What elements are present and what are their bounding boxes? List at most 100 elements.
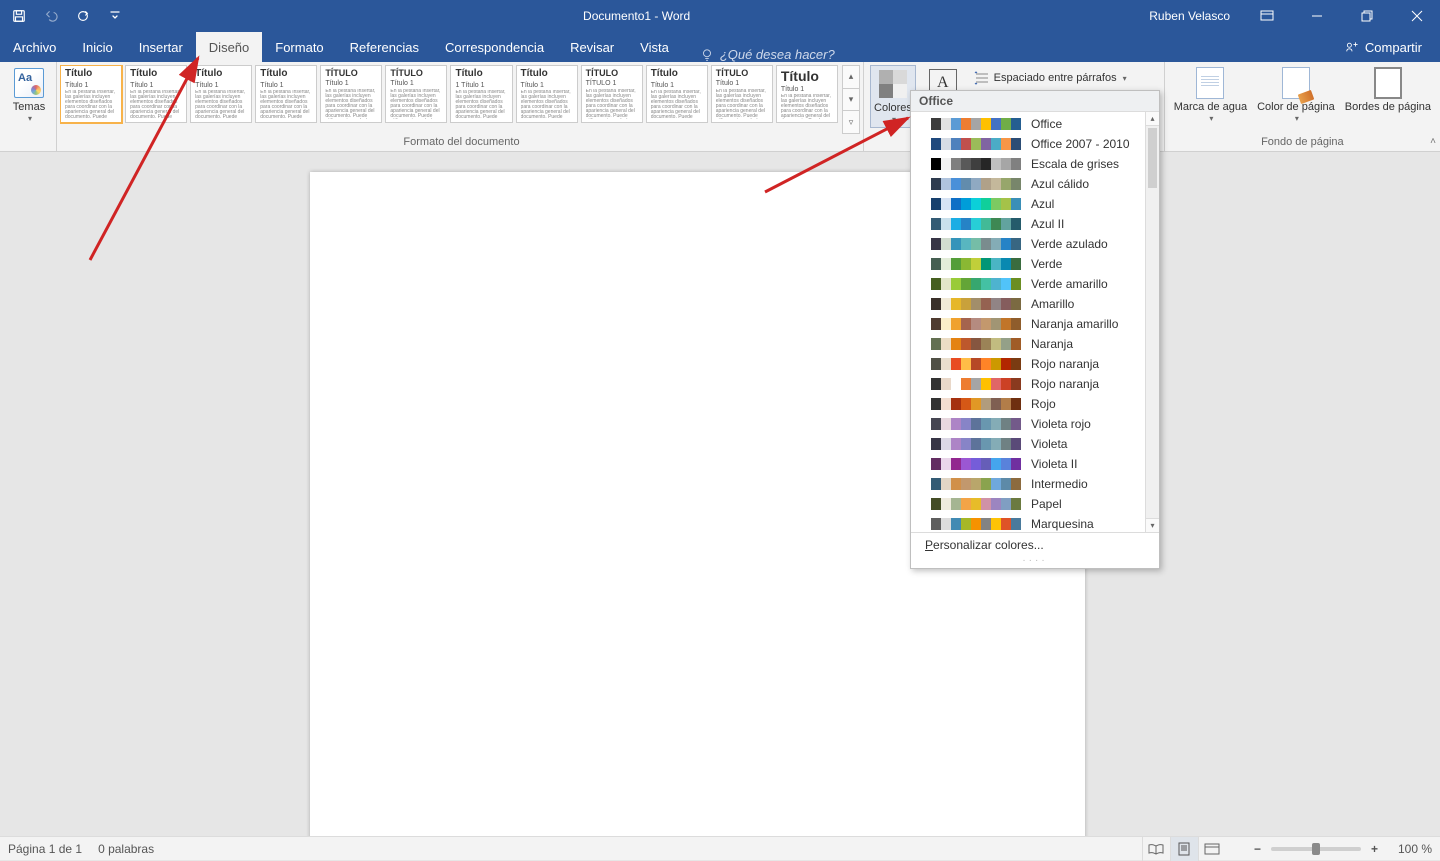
colors-icon (879, 70, 907, 98)
color-theme-item[interactable]: Intermedio (911, 474, 1145, 494)
tab-inicio[interactable]: Inicio (69, 32, 125, 62)
maximize-icon[interactable] (1344, 0, 1390, 32)
paragraph-spacing-icon (974, 71, 990, 85)
page-borders-icon (1374, 67, 1402, 99)
color-theme-item[interactable]: Azul II (911, 214, 1145, 234)
tab-diseno[interactable]: Diseño (196, 32, 262, 62)
color-theme-item[interactable]: Rojo (911, 394, 1145, 414)
web-layout-icon[interactable] (1198, 837, 1226, 861)
style-thumb[interactable]: TÍTULOTítulo 1En la pestaña Insertar, la… (385, 65, 447, 123)
redo-icon[interactable] (72, 5, 94, 27)
style-thumb[interactable]: TÍTULOTítulo 1En la pestaña Insertar, la… (320, 65, 382, 123)
zoom-level[interactable]: 100 % (1388, 842, 1432, 856)
tell-me-search[interactable]: ¿Qué desea hacer? (700, 47, 835, 62)
title-bar: Documento1 - Word Ruben Velasco (0, 0, 1440, 32)
color-theme-item[interactable]: Violeta rojo (911, 414, 1145, 434)
color-theme-item[interactable]: Rojo naranja (911, 354, 1145, 374)
share-button[interactable]: Compartir (1327, 32, 1440, 62)
collapse-ribbon-icon[interactable]: ˄ (1430, 136, 1436, 147)
style-thumb[interactable]: TítuloTítulo 1En la pestaña Insertar, la… (776, 65, 838, 123)
scroll-up-icon[interactable]: ▴ (1146, 112, 1159, 126)
status-bar: Página 1 de 1 0 palabras − + 100 % (0, 836, 1440, 860)
tab-revisar[interactable]: Revisar (557, 32, 627, 62)
tab-vista[interactable]: Vista (627, 32, 682, 62)
qat-customize-icon[interactable] (104, 5, 126, 27)
espaciado-button[interactable]: Espaciado entre párrafos▾ (970, 67, 1158, 89)
gallery-up-icon[interactable]: ▴ (843, 66, 859, 89)
minimize-icon[interactable] (1294, 0, 1340, 32)
gallery-more-icon[interactable]: ▿ (843, 111, 859, 133)
gallery-scroll: ▴ ▾ ▿ (842, 65, 860, 134)
style-thumb[interactable]: TítuloTítulo 1En la pestaña Insertar, la… (125, 65, 187, 123)
gallery-down-icon[interactable]: ▾ (843, 89, 859, 112)
color-theme-item[interactable]: Verde amarillo (911, 274, 1145, 294)
color-de-pagina-button[interactable]: Color de página▾ (1254, 65, 1338, 126)
color-theme-item[interactable]: Naranja (911, 334, 1145, 354)
color-theme-item[interactable]: Papel (911, 494, 1145, 514)
ribbon: Temas ▾ TítuloTítulo 1En la pestaña Inse… (0, 62, 1440, 152)
document-formatting-gallery: TítuloTítulo 1En la pestaña Insertar, la… (57, 62, 864, 151)
colors-dd-header: Office (911, 91, 1159, 112)
read-mode-icon[interactable] (1142, 837, 1170, 861)
color-theme-item[interactable]: Verde (911, 254, 1145, 274)
scroll-thumb[interactable] (1148, 128, 1157, 188)
style-thumb[interactable]: TítuloTítulo 1En la pestaña Insertar, la… (190, 65, 252, 123)
resize-grip-icon[interactable]: ···· (911, 558, 1159, 568)
undo-icon[interactable] (40, 5, 62, 27)
style-thumb[interactable]: TÍTULOTÍTULO 1En la pestaña Insertar, la… (581, 65, 643, 123)
tab-archivo[interactable]: Archivo (0, 32, 69, 62)
marca-de-agua-button[interactable]: Marca de agua▾ (1171, 65, 1250, 126)
style-thumb[interactable]: TítuloTítulo 1En la pestaña Insertar, la… (255, 65, 317, 123)
tab-referencias[interactable]: Referencias (337, 32, 432, 62)
print-layout-icon[interactable] (1170, 837, 1198, 861)
temas-button[interactable]: Temas ▾ (8, 65, 50, 126)
color-theme-item[interactable]: Azul (911, 194, 1145, 214)
ribbon-tabs: Archivo Inicio Insertar Diseño Formato R… (0, 32, 1440, 62)
zoom-out-icon[interactable]: − (1250, 842, 1265, 856)
zoom-in-icon[interactable]: + (1367, 842, 1382, 856)
style-thumb[interactable]: TítuloTítulo 1En la pestaña Insertar, la… (516, 65, 578, 123)
color-theme-item[interactable]: Violeta II (911, 454, 1145, 474)
color-theme-item[interactable]: Azul cálido (911, 174, 1145, 194)
doc-format-group-label: Formato del documento (60, 134, 863, 151)
save-icon[interactable] (8, 5, 30, 27)
word-count[interactable]: 0 palabras (98, 842, 154, 856)
user-name[interactable]: Ruben Velasco (1139, 0, 1240, 32)
bordes-de-pagina-button[interactable]: Bordes de página (1342, 65, 1434, 115)
chevron-down-icon: ▾ (1295, 115, 1299, 124)
chevron-down-icon: ▾ (1209, 115, 1213, 124)
chevron-down-icon: ▾ (28, 115, 32, 124)
window-title: Documento1 - Word (134, 9, 1139, 23)
tab-formato[interactable]: Formato (262, 32, 336, 62)
style-thumb[interactable]: TítuloTítulo 1En la pestaña Insertar, la… (646, 65, 708, 123)
share-icon (1345, 40, 1359, 54)
tab-insertar[interactable]: Insertar (126, 32, 196, 62)
color-theme-item[interactable]: Amarillo (911, 294, 1145, 314)
zoom-controls: − + 100 % (1250, 842, 1432, 856)
color-theme-item[interactable]: Marquesina (911, 514, 1145, 532)
color-theme-item[interactable]: Escala de grises (911, 154, 1145, 174)
style-thumb[interactable]: Título1 Título 1En la pestaña Insertar, … (450, 65, 512, 123)
tab-correspondencia[interactable]: Correspondencia (432, 32, 557, 62)
color-theme-item[interactable]: Verde azulado (911, 234, 1145, 254)
tell-me-placeholder: ¿Qué desea hacer? (720, 47, 835, 62)
color-theme-item[interactable]: Rojo naranja (911, 374, 1145, 394)
scroll-down-icon[interactable]: ▾ (1146, 518, 1159, 532)
page-color-icon (1282, 67, 1310, 99)
color-theme-item[interactable]: Office 2007 - 2010 (911, 134, 1145, 154)
window-controls: Ruben Velasco (1139, 0, 1440, 32)
page-indicator[interactable]: Página 1 de 1 (8, 842, 82, 856)
color-theme-item[interactable]: Naranja amarillo (911, 314, 1145, 334)
style-thumb[interactable]: TítuloTítulo 1En la pestaña Insertar, la… (60, 65, 122, 123)
dd-scrollbar[interactable]: ▴ ▾ (1145, 112, 1159, 532)
close-icon[interactable] (1394, 0, 1440, 32)
zoom-slider[interactable] (1271, 847, 1361, 851)
ribbon-display-options-icon[interactable] (1244, 0, 1290, 32)
document-viewport[interactable] (0, 152, 1440, 836)
style-thumb[interactable]: TÍTULOTítulo 1En la pestaña Insertar, la… (711, 65, 773, 123)
quick-access-toolbar (0, 5, 134, 27)
color-theme-item[interactable]: Violeta (911, 434, 1145, 454)
view-mode-buttons (1142, 837, 1226, 861)
color-theme-item[interactable]: Office (911, 114, 1145, 134)
colors-dropdown: Office OfficeOffice 2007 - 2010Escala de… (910, 90, 1160, 569)
